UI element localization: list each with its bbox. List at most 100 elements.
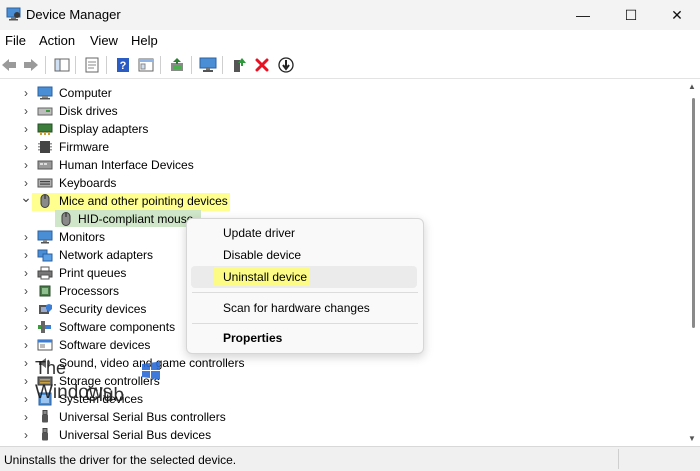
mouse-icon	[58, 212, 74, 226]
security-device-icon	[37, 302, 53, 316]
toolbar: ?	[0, 52, 700, 79]
maximize-icon: ☐	[624, 6, 638, 23]
svg-text:?: ?	[120, 60, 127, 72]
menu-help[interactable]: Help	[131, 33, 158, 48]
display-adapter-icon	[37, 122, 53, 136]
chevron-right-icon[interactable]: ›	[20, 86, 32, 100]
tree-item-label: Human Interface Devices	[59, 158, 194, 172]
delete-x-icon	[255, 58, 269, 72]
tree-category-item[interactable]: ⌄ Mice and other pointing devices	[0, 189, 686, 210]
menu-update-driver[interactable]: Update driver	[223, 226, 295, 240]
software-component-icon	[37, 320, 53, 334]
properties-toolbar-button[interactable]	[83, 56, 101, 74]
menu-scan-hardware[interactable]: Scan for hardware changes	[223, 301, 370, 315]
window-title: Device Manager	[26, 7, 121, 22]
chevron-right-icon[interactable]: ›	[20, 122, 32, 136]
toolbar-separator	[75, 56, 76, 74]
disk-drive-icon	[37, 104, 53, 118]
context-menu-separator	[192, 292, 418, 293]
chevron-right-icon[interactable]: ›	[20, 230, 32, 244]
maximize-button[interactable]: ☐	[608, 0, 654, 30]
down-arrow-circle-icon	[278, 57, 294, 73]
menu-file[interactable]: File	[5, 33, 26, 48]
tree-item-label: Software devices	[59, 338, 151, 352]
chevron-right-icon[interactable]: ›	[20, 248, 32, 262]
watermark: The Windows Club	[33, 356, 163, 436]
tree-item-label: Display adapters	[59, 122, 149, 136]
context-menu: Update driver Disable device Uninstall d…	[186, 218, 424, 354]
chevron-right-icon[interactable]: ›	[20, 338, 32, 352]
console-view-button[interactable]	[137, 56, 155, 74]
toolbar-separator	[45, 56, 46, 74]
software-device-icon	[37, 338, 53, 352]
tree-item-label: HID-compliant mouse	[78, 212, 194, 226]
menu-view[interactable]: View	[90, 33, 118, 48]
show-hide-console-tree-button[interactable]	[53, 56, 71, 74]
chevron-right-icon[interactable]: ›	[20, 320, 32, 334]
back-button[interactable]	[0, 56, 18, 74]
printer-icon	[37, 266, 53, 280]
tree-category-item[interactable]: › Computer	[0, 84, 686, 102]
chevron-right-icon[interactable]: ›	[20, 356, 32, 370]
chevron-right-icon[interactable]: ›	[20, 410, 32, 424]
close-button[interactable]: ✕	[654, 0, 700, 30]
back-arrow-icon	[2, 59, 16, 71]
scroll-up-icon[interactable]: ▲	[688, 82, 696, 91]
device-manager-icon	[6, 7, 21, 21]
tree-category-item[interactable]: › Disk drives	[0, 102, 686, 120]
properties-sheet-icon	[85, 57, 99, 73]
menu-bar: File Action View Help	[0, 30, 700, 52]
menu-action[interactable]: Action	[39, 33, 75, 48]
tree-item-label: Firmware	[59, 140, 109, 154]
context-menu-separator	[192, 323, 418, 324]
chevron-down-icon[interactable]: ⌄	[20, 189, 32, 205]
console-view-icon	[138, 58, 154, 72]
tree-item-label: Network adapters	[59, 248, 154, 262]
update-driver-toolbar-button[interactable]	[168, 56, 186, 74]
chevron-right-icon[interactable]: ›	[20, 392, 32, 406]
uninstall-device-button[interactable]	[253, 56, 271, 74]
watermark-the: The	[35, 358, 67, 378]
tree-item-label: Print queues	[59, 266, 127, 280]
help-toolbar-button[interactable]: ?	[114, 56, 132, 74]
tree-category-item[interactable]: › Keyboards	[0, 174, 686, 192]
monitor-icon	[37, 230, 53, 244]
tree-item-label: Mice and other pointing devices	[59, 194, 228, 208]
enable-device-icon	[234, 58, 246, 72]
menu-disable-device[interactable]: Disable device	[223, 248, 301, 262]
console-tree-icon	[54, 58, 70, 72]
scrollbar-thumb[interactable]	[692, 98, 695, 328]
chevron-right-icon[interactable]: ›	[20, 302, 32, 316]
forward-button[interactable]	[22, 56, 40, 74]
chevron-right-icon[interactable]: ›	[20, 266, 32, 280]
processor-icon	[37, 284, 53, 298]
tree-category-item[interactable]: › Firmware	[0, 138, 686, 156]
chevron-right-icon[interactable]: ›	[20, 104, 32, 118]
menu-properties[interactable]: Properties	[223, 331, 282, 345]
toolbar-separator	[106, 56, 107, 74]
chevron-right-icon[interactable]: ›	[20, 374, 32, 388]
hid-icon	[37, 158, 53, 172]
tree-item-label: Computer	[59, 86, 112, 100]
scroll-down-icon[interactable]: ▼	[688, 434, 696, 443]
chevron-right-icon[interactable]: ›	[20, 428, 32, 442]
tree-item-label: Processors	[59, 284, 120, 298]
scan-monitor-icon	[199, 57, 217, 72]
chevron-right-icon[interactable]: ›	[20, 158, 32, 172]
watermark-club: Club	[85, 385, 125, 406]
minimize-button[interactable]: —	[560, 0, 606, 30]
toolbar-separator	[160, 56, 161, 74]
chevron-right-icon[interactable]: ›	[20, 140, 32, 154]
enable-device-button[interactable]	[230, 56, 248, 74]
windows-logo-icon	[142, 361, 160, 380]
tree-item-label: Security devices	[59, 302, 147, 316]
menu-uninstall-device[interactable]: Uninstall device	[223, 270, 307, 284]
tree-category-item[interactable]: › Display adapters	[0, 120, 686, 138]
scan-hardware-button[interactable]	[199, 56, 217, 74]
disable-device-button[interactable]	[277, 56, 295, 74]
tree-category-item[interactable]: › Human Interface Devices	[0, 156, 686, 174]
tree-item-label: Monitors	[59, 230, 106, 244]
chevron-right-icon[interactable]: ›	[20, 284, 32, 298]
minimize-icon: —	[576, 7, 590, 23]
keyboard-icon	[37, 176, 53, 190]
